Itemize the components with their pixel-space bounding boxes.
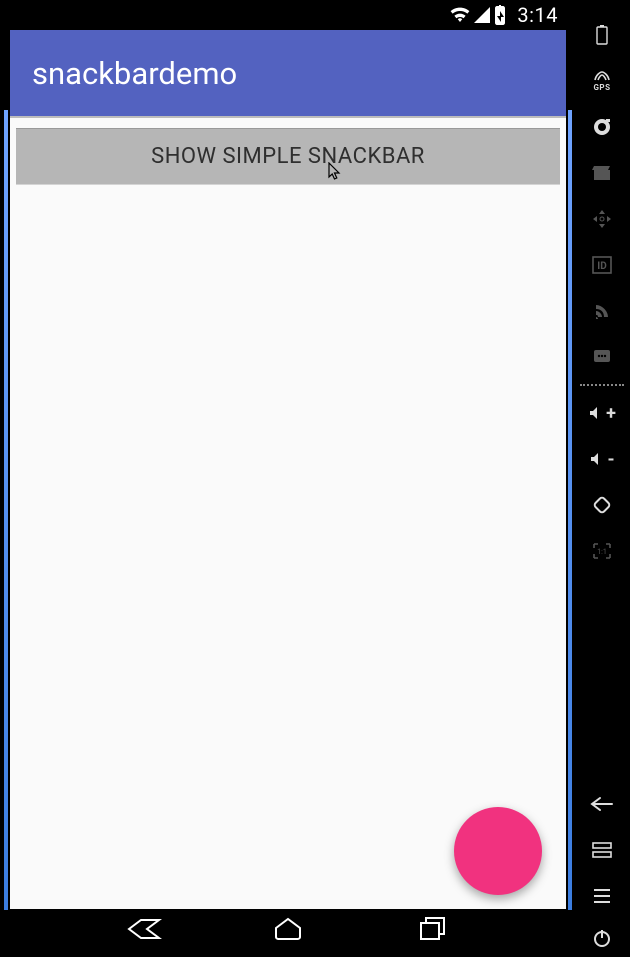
nav-home-button[interactable] [266,915,310,943]
svg-text:1:1: 1:1 [597,548,607,556]
emulator-power-button[interactable] [574,919,630,957]
show-snackbar-button[interactable]: SHOW SIMPLE SNACKBAR [16,128,560,184]
scale-tool-icon[interactable]: 1:1 [574,528,630,574]
app-title: snackbardemo [32,55,237,92]
clapper-tool-icon[interactable] [574,150,630,196]
svg-text:ID: ID [597,261,607,272]
sms-tool-icon[interactable] [574,334,630,380]
emulator-overview-button[interactable] [574,827,630,873]
gps-label: GPS [593,84,610,92]
network-tool-icon[interactable] [574,288,630,334]
id-tool-icon[interactable]: ID [574,242,630,288]
nav-back-button[interactable] [121,915,165,943]
toolbar-separator [580,384,624,386]
camera-tool-icon[interactable] [574,104,630,150]
emulator-menu-button[interactable] [574,873,630,919]
device-screen: 3:14 snackbardemo SHOW SIMPLE SNACKBAR [10,0,566,957]
emulator-toolbar: GPS ID + - 1:1 [574,0,630,957]
gps-tool-icon[interactable]: GPS [574,58,630,104]
rotate-tool-icon[interactable] [574,482,630,528]
signal-icon [473,6,491,24]
content-area: SHOW SIMPLE SNACKBAR [10,118,566,909]
nav-overview-button[interactable] [411,915,455,943]
android-nav-bar [10,909,566,957]
emulator-frame: 3:14 snackbardemo SHOW SIMPLE SNACKBAR [0,0,574,957]
decorative-edge [4,110,8,910]
status-bar: 3:14 [10,0,566,30]
volume-up-button[interactable]: + [574,390,630,436]
dpad-tool-icon[interactable] [574,196,630,242]
app-bar: snackbardemo [10,30,566,118]
emulator-back-button[interactable] [574,781,630,827]
fab-button[interactable] [454,807,542,895]
wifi-icon [449,6,471,24]
decorative-edge [568,110,572,910]
status-time: 3:14 [517,3,558,27]
battery-tool-icon[interactable] [574,12,630,58]
battery-charging-icon [493,5,507,25]
status-icons [449,5,507,25]
volume-down-button[interactable]: - [574,436,630,482]
